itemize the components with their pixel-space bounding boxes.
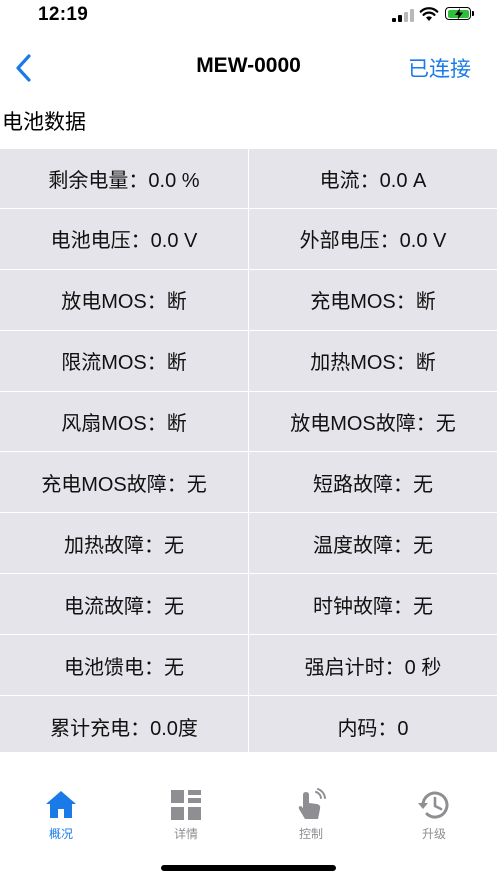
touch-icon bbox=[298, 788, 326, 819]
grid-row: 电流故障：无 时钟故障：无 bbox=[0, 574, 497, 636]
grid-cell: 加热故障：无 bbox=[0, 513, 249, 574]
grid-cell: 内码：0 bbox=[337, 717, 409, 740]
grid-row: 放电MOS：断 充电MOS：断 bbox=[0, 269, 497, 331]
home-icon bbox=[46, 791, 76, 818]
grid-row: 充电MOS故障：无 短路故障：无 bbox=[0, 452, 497, 514]
grid-row: 电池电压：0.0 V 外部电压：0.0 V bbox=[0, 208, 497, 270]
grid-cell: 电池馈电：无 bbox=[0, 635, 249, 696]
status-time: 12:19 bbox=[38, 4, 89, 25]
grid-row: 加热故障：无 温度故障：无 bbox=[0, 513, 497, 575]
grid-cell: 放电MOS：断 bbox=[0, 269, 249, 330]
grid-cell: 放电MOS故障：无 bbox=[290, 413, 456, 435]
tab-details[interactable]: 详情 bbox=[146, 788, 226, 842]
tab-label: 控制 bbox=[298, 827, 323, 841]
navigation-bar: MEW-0000 已连接 bbox=[0, 40, 497, 96]
grid-cell: 剩余电量：0.0 % bbox=[0, 149, 249, 208]
connection-status-button[interactable]: 已连接 bbox=[408, 53, 471, 83]
grid-cell: 累计充电：0.0度 bbox=[0, 696, 249, 757]
grid-cell: 电流故障：无 bbox=[0, 574, 249, 635]
grid-cell: 温度故障：无 bbox=[313, 534, 433, 557]
battery-icon bbox=[445, 7, 471, 20]
charging-bolt-icon bbox=[454, 7, 463, 20]
grid-cell: 强启计时：0 秒 bbox=[304, 656, 442, 679]
cellular-signal-icon bbox=[392, 9, 414, 22]
tab-control[interactable]: 控制 bbox=[271, 788, 351, 842]
tab-overview[interactable]: 概况 bbox=[21, 788, 101, 842]
grid-icon bbox=[171, 790, 201, 820]
tab-bar: 概况 详情 控制 升级 bbox=[0, 752, 497, 883]
grid-row: 电池馈电：无 强启计时：0 秒 bbox=[0, 635, 497, 697]
grid-cell: 电流：0.0 A bbox=[319, 169, 427, 192]
grid-cell: 电池电压：0.0 V bbox=[0, 208, 249, 269]
wifi-icon bbox=[419, 7, 439, 21]
tab-label: 概况 bbox=[48, 827, 73, 841]
battery-data-grid: 剩余电量：0.0 % 电流：0.0 A 电池电压：0.0 V 外部电压：0.0 … bbox=[0, 148, 497, 757]
grid-cell: 风扇MOS：断 bbox=[0, 391, 249, 452]
grid-cell: 充电MOS故障：无 bbox=[0, 452, 249, 513]
status-bar: 12:19 bbox=[0, 0, 497, 32]
section-title: 电池数据 bbox=[2, 111, 86, 134]
tab-upgrade[interactable]: 升级 bbox=[394, 788, 474, 842]
battery-cap bbox=[472, 11, 474, 16]
home-indicator bbox=[161, 865, 336, 871]
grid-cell: 时钟故障：无 bbox=[313, 595, 433, 618]
grid-row: 限流MOS：断 加热MOS：断 bbox=[0, 330, 497, 392]
tab-label: 升级 bbox=[421, 827, 446, 841]
grid-cell: 短路故障：无 bbox=[313, 473, 433, 496]
grid-row: 累计充电：0.0度 内码：0 bbox=[0, 696, 497, 757]
grid-cell: 限流MOS：断 bbox=[0, 330, 249, 391]
tab-label: 详情 bbox=[173, 827, 198, 841]
history-icon bbox=[418, 791, 449, 819]
grid-row: 剩余电量：0.0 % 电流：0.0 A bbox=[0, 148, 497, 209]
grid-cell: 充电MOS：断 bbox=[310, 291, 436, 314]
grid-row: 风扇MOS：断 放电MOS故障：无 bbox=[0, 391, 497, 453]
grid-cell: 外部电压：0.0 V bbox=[299, 230, 447, 253]
grid-cell: 加热MOS：断 bbox=[310, 352, 436, 375]
